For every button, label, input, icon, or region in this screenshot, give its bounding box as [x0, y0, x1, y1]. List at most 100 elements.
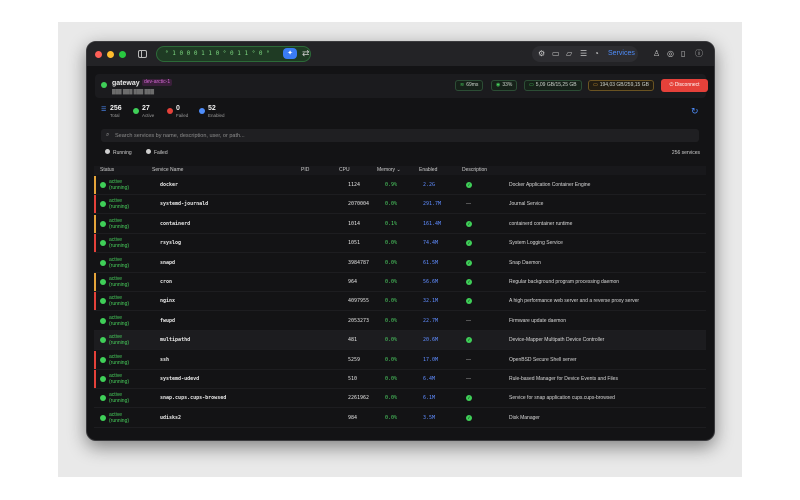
stat-label: Failed — [176, 113, 189, 118]
column-description[interactable]: Description — [462, 166, 487, 175]
failed-dot — [167, 108, 173, 114]
failed-dot — [146, 149, 151, 155]
wifi-icon: ≋ — [460, 82, 465, 88]
row-marker — [94, 176, 96, 194]
minimize-window-button[interactable] — [107, 51, 114, 58]
table-row[interactable]: active (running) rsyslog 1051 0.0% 74.4M ✓ Sys… — [94, 234, 706, 254]
filter-failed[interactable]: Failed — [146, 148, 168, 158]
pid-value: 5259 — [348, 356, 361, 363]
service-description: Device-Mapper Multipath Device Controlle… — [509, 337, 605, 344]
shuffle-icon[interactable]: ⇄ — [302, 48, 310, 59]
column-pid[interactable]: PID — [301, 166, 309, 175]
table-row[interactable]: active (running) docker 1124 0.9% 2.2G ✓ Docke… — [94, 176, 706, 195]
maximize-window-button[interactable] — [119, 51, 126, 58]
pid-value: 481 — [348, 337, 358, 344]
disk-value: 194,03 GB/259,15 GB — [599, 82, 649, 88]
service-name: nginx — [160, 298, 176, 305]
cpu-value: 0.9% — [385, 182, 398, 188]
title-bar: ° 1 0 0 0 1 1 0 ° 0 1 1 ° 0 ° ✦ ⇄ ⚙ ▭ ▱ … — [87, 42, 714, 66]
service-description: Rule-based Manager for Device Events and… — [509, 376, 618, 382]
table-row[interactable]: active (running) fwupd 2053273 0.0% 22.7M — Fi… — [94, 312, 706, 331]
stat-value: 0 — [176, 105, 180, 112]
disabled-dash: — — [466, 356, 471, 363]
cpu-value: 0.0% — [385, 395, 398, 402]
status-dot — [100, 259, 106, 266]
service-description: containerd container runtime — [509, 220, 573, 227]
host-address: ███ ███ ███ ███ — [112, 89, 155, 94]
search-input[interactable] — [115, 131, 685, 140]
memory-value: 3.5M — [423, 414, 436, 421]
service-description: System Logging Service — [509, 240, 563, 247]
refresh-icon[interactable]: ↻ — [691, 106, 699, 116]
app-window: ° 1 0 0 0 1 1 0 ° 0 1 1 ° 0 ° ✦ ⇄ ⚙ ▭ ▱ … — [86, 41, 715, 441]
clipboard-icon[interactable]: ▯ — [681, 48, 685, 59]
table-row[interactable]: active (running) systemd-udevd 510 0.0% 6.4M… — [94, 370, 706, 389]
enabled-dot — [199, 108, 205, 114]
filter-running-label: Running — [113, 150, 132, 156]
status-text: active (running) — [109, 276, 130, 288]
row-marker — [94, 350, 96, 369]
cpu-value: 0.0% — [385, 337, 398, 344]
table-row[interactable]: active (running) containerd 1014 0.1% 161.4M… — [94, 214, 706, 234]
sidebar-toggle-icon[interactable] — [138, 50, 147, 58]
cpu-icon: ◉ — [496, 82, 501, 88]
services-tab[interactable]: Services — [608, 49, 635, 58]
memory-value: 20.6M — [423, 337, 439, 344]
table-row[interactable]: active (running) ssh 5259 0.0% 17.0M — OpenBSD… — [94, 350, 706, 370]
enabled-check-icon: ✓ — [466, 240, 472, 247]
service-count: 256 services — [671, 150, 700, 156]
cpu-value: 0.0% — [385, 279, 398, 285]
column-cpu[interactable]: CPU — [339, 166, 350, 175]
table-row[interactable]: active (running) multipathd 481 0.0% 20.6M ✓ D… — [94, 331, 706, 351]
folder-icon[interactable]: ▱ — [566, 48, 572, 59]
service-name: snapd — [160, 259, 176, 266]
filter-running[interactable]: Running — [105, 148, 132, 158]
status-dot — [100, 337, 106, 344]
disconnect-button[interactable]: ⏻ Disconnect — [661, 79, 708, 92]
stat-label: Active — [142, 113, 155, 118]
column-status[interactable]: Status — [100, 166, 114, 175]
status-dot — [100, 414, 106, 421]
service-name: fwupd — [160, 317, 176, 324]
disabled-dash: — — [466, 317, 471, 324]
host-header: gateway dev-arctic-1 ███ ███ ███ ███ ≋ 69… — [95, 74, 708, 98]
service-name: rsyslog — [160, 240, 182, 247]
list-icon[interactable]: ☰ — [580, 48, 587, 59]
column-enabled[interactable]: Enabled — [419, 166, 437, 175]
cpu-value: 0.1% — [385, 220, 398, 227]
terminal-icon[interactable]: ▭ — [552, 48, 560, 59]
star-button[interactable]: ✦ — [283, 48, 297, 59]
service-description: Docker Application Container Engine — [509, 182, 591, 188]
disconnect-label: Disconnect — [674, 82, 700, 88]
table-row[interactable]: active (running) snapd 3984787 0.0% 61.5M ✓ Sn… — [94, 254, 706, 273]
column-memory[interactable]: Memory ⌄ — [377, 166, 401, 175]
service-description: Service for snap application cups.cups-b… — [509, 395, 615, 402]
table-row[interactable]: active (running) udisks2 984 0.0% 3.5M ✓ Disk … — [94, 409, 706, 428]
service-name: ssh — [160, 356, 170, 363]
table-row[interactable]: active (running) snap.cups.cups-browsed 22… — [94, 389, 706, 409]
status-text: active (running) — [109, 198, 130, 211]
row-marker — [94, 273, 96, 291]
gauge-icon[interactable]: ◔ — [594, 48, 599, 59]
table-row[interactable]: active (running) cron 964 0.0% 56.6M ✓ Regular… — [94, 273, 706, 292]
running-dot — [105, 149, 110, 155]
status-dot — [100, 298, 106, 305]
info-icon[interactable]: ⓘ — [695, 48, 703, 59]
host-status-dot — [101, 82, 107, 88]
memory-value: 291.7M — [423, 201, 442, 208]
row-marker — [94, 214, 96, 233]
settings-icon[interactable]: ⚙ — [538, 48, 545, 59]
latency-value: 69ms — [466, 82, 479, 88]
user-icon[interactable]: ♙ — [653, 48, 660, 59]
globe-icon[interactable]: ◎ — [667, 48, 674, 59]
enabled-check-icon: ✓ — [466, 182, 472, 188]
service-description: Regular background program processing da… — [509, 279, 620, 285]
close-window-button[interactable] — [95, 51, 102, 58]
stat-label: Total — [110, 113, 120, 118]
table-row[interactable]: active (running) nginx 4097955 0.0% 32.1M ✓ A … — [94, 292, 706, 312]
stat-value: 27 — [142, 105, 150, 112]
status-dot — [100, 182, 106, 188]
row-marker — [94, 370, 96, 388]
table-row[interactable]: active (running) systemd-journald 2070004 0… — [94, 195, 706, 215]
column-service-name[interactable]: Service Name — [152, 166, 183, 175]
